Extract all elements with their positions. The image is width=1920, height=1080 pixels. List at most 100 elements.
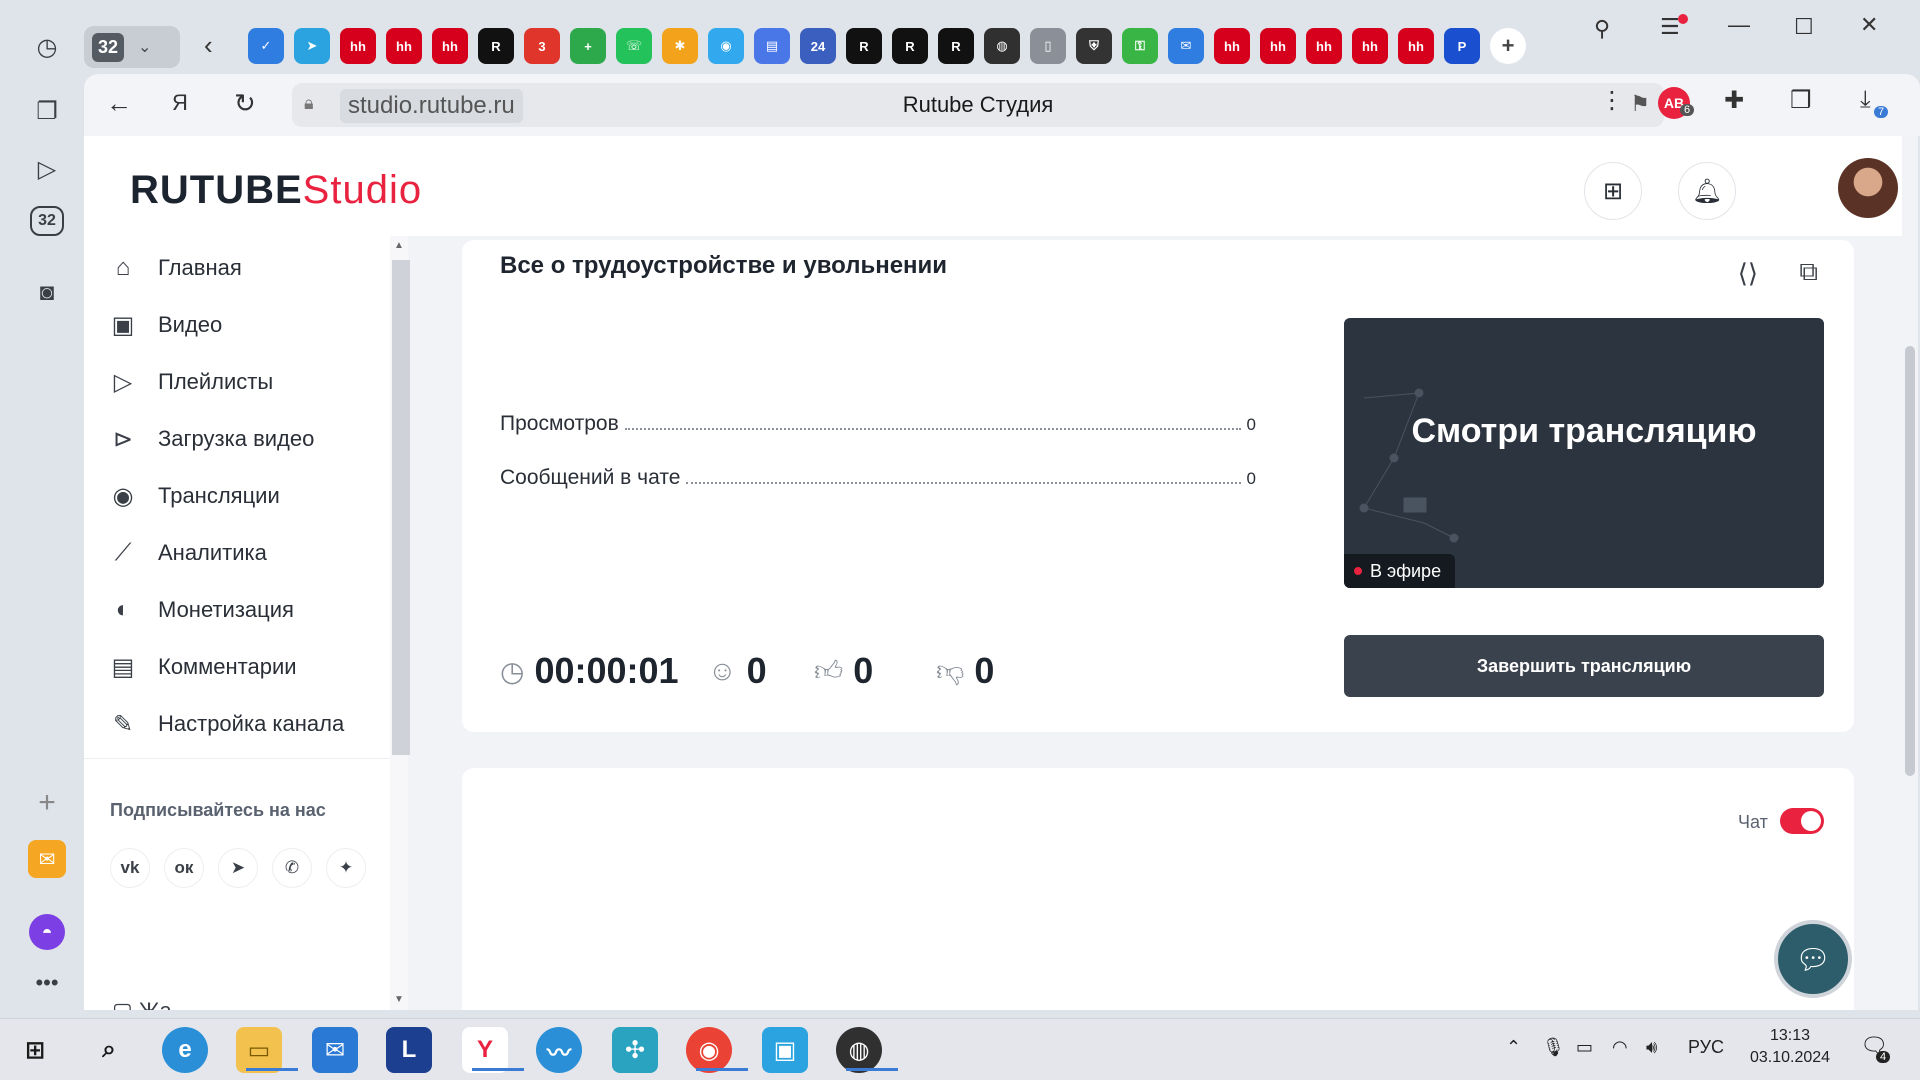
downloads-icon[interactable]: ⤓ (1860, 86, 1871, 114)
dzen-icon[interactable]: ✦ (326, 848, 366, 888)
telegram-icon[interactable]: ➤ (294, 28, 330, 64)
more-vertical-icon[interactable]: ⋮ (1600, 86, 1624, 115)
messenger-icon[interactable]: ▣ (762, 1027, 808, 1073)
start-icon[interactable]: ⊞ (12, 1027, 58, 1073)
create-button[interactable]: ⊞ (1584, 162, 1642, 220)
tabs-back-icon[interactable]: ‹ (204, 30, 213, 61)
sidebar-item-playlist[interactable]: ▷ Плейлисты (108, 362, 273, 402)
search-icon[interactable]: ⌕ (86, 1027, 132, 1073)
sidebar-item-monetization[interactable]: ◐ Монетизация (108, 590, 294, 630)
notifications-button[interactable]: 🔔︎ (1678, 162, 1736, 220)
check-icon[interactable]: ✓ (248, 28, 284, 64)
taskbar-clock[interactable]: 13:13 03.10.2024 (1740, 1025, 1840, 1069)
microphone-icon[interactable]: 🎙︎ (1542, 1037, 1565, 1058)
more-icon[interactable]: ••• (24, 960, 70, 1006)
minimize-icon[interactable]: — (1728, 12, 1750, 38)
sidebar-item-broadcast[interactable]: ◉ Трансляции (108, 476, 280, 516)
end-broadcast-button[interactable]: Завершить трансляцию (1344, 635, 1824, 697)
sidebar-item-analytics[interactable]: ⟋ Аналитика (108, 533, 267, 573)
chat-app-icon[interactable]: ◉ (708, 28, 744, 64)
sidebar-more-item[interactable]: ▢ Жа… (112, 998, 194, 1010)
hh-icon[interactable]: hh (1306, 28, 1342, 64)
doc-app-icon[interactable]: ▤ (754, 28, 790, 64)
viber-icon[interactable]: ✆ (272, 848, 312, 888)
tabs-count-icon[interactable]: 32 (30, 206, 64, 236)
add-panel-icon[interactable]: + (24, 780, 70, 826)
pinwheel-icon[interactable]: ✱ (662, 28, 698, 64)
plus-app-icon[interactable]: + (570, 28, 606, 64)
key-icon[interactable]: ⚿ (1122, 28, 1158, 64)
obs-taskbar-icon[interactable]: ◍ (836, 1027, 898, 1073)
page-scrollbar[interactable] (1902, 136, 1918, 1010)
sidebar-item-comments[interactable]: ▤ Комментарии (108, 647, 297, 687)
telegram-icon[interactable]: ➤ (218, 848, 258, 888)
scroll-down-icon[interactable]: ▼ (394, 994, 404, 1005)
sidebar-item-upload-video[interactable]: ⊳ Загрузка видео (108, 419, 314, 459)
hh-icon[interactable]: hh (1260, 28, 1296, 64)
whatsapp-icon[interactable]: ☏ (616, 28, 652, 64)
reload-icon[interactable]: ↻ (234, 88, 256, 119)
tab-group-button[interactable]: 32 ⌄ (84, 26, 180, 68)
collections-toolbar-icon[interactable]: ❒ (1790, 86, 1812, 115)
open-external-icon[interactable]: ⧉ (1799, 256, 1818, 288)
hh-icon[interactable]: hh (1214, 28, 1250, 64)
hh-icon[interactable]: hh (1352, 28, 1388, 64)
collections-icon[interactable]: ❐ (24, 88, 70, 134)
menu-icon[interactable]: ☰ (1660, 14, 1680, 40)
network-app-icon[interactable]: ✣ (612, 1027, 658, 1073)
mail-icon[interactable]: ✉ (1168, 28, 1204, 64)
rutube-icon[interactable]: R (938, 28, 974, 64)
sidebar-item-video[interactable]: ▣ Видео (108, 305, 223, 345)
stream-preview[interactable]: Смотри трансляцию В эфире (1344, 318, 1824, 588)
rutube-icon[interactable]: R (892, 28, 928, 64)
obs-icon[interactable]: ◍ (984, 28, 1020, 64)
chrome-icon[interactable]: ◉ (686, 1027, 748, 1073)
back-icon[interactable]: ← (106, 88, 132, 119)
history-icon[interactable]: ◷ (24, 24, 70, 70)
tray-expand-icon[interactable]: ⌃ (1506, 1037, 1521, 1058)
odnoklassniki-icon[interactable]: ок (164, 848, 204, 888)
play-icon[interactable]: ▷ (24, 146, 70, 192)
page-scroll-thumb[interactable] (1905, 346, 1915, 776)
calendar-icon[interactable]: 3 (524, 28, 560, 64)
p-icon[interactable]: P (1444, 28, 1480, 64)
bookmarks-panel-icon[interactable]: ⚲ (1594, 16, 1610, 42)
avatar[interactable] (1838, 158, 1898, 218)
shield-icon[interactable]: ⛨ (1076, 28, 1112, 64)
hh-icon[interactable]: hh (386, 28, 422, 64)
l-app-icon[interactable]: L (386, 1027, 432, 1073)
24-icon[interactable]: 24 (800, 28, 836, 64)
chat-toggle[interactable] (1780, 808, 1824, 834)
yandex-browser-icon[interactable]: Y (462, 1027, 524, 1073)
share-icon[interactable]: ⟨⟩ (1738, 258, 1758, 289)
yandex-icon[interactable]: Я (172, 90, 188, 116)
mail-app-icon[interactable]: ✉ (28, 840, 66, 878)
sidebar-item-home[interactable]: ⌂ Главная (108, 248, 242, 288)
hh-icon[interactable]: hh (1398, 28, 1434, 64)
mail-taskbar-icon[interactable]: ✉ (312, 1027, 358, 1073)
rutube-icon[interactable]: R (846, 28, 882, 64)
support-chat-button[interactable]: 💬︎ (1774, 920, 1852, 998)
rutube-studio-logo[interactable]: RUTUBEStudio (130, 168, 422, 213)
close-icon[interactable]: ✕ (1860, 12, 1878, 38)
scroll-up-icon[interactable]: ▲ (394, 240, 404, 251)
language-indicator[interactable]: РУС (1688, 1037, 1724, 1058)
extensions-icon[interactable]: ✚ (1724, 86, 1744, 115)
maximize-icon[interactable]: ☐ (1794, 14, 1814, 40)
new-tab-icon[interactable]: + (1490, 28, 1526, 64)
address-bar[interactable]: 🔒︎ studio.rutube.ru Rutube Студия ⚑ (292, 83, 1664, 127)
screenshot-icon[interactable]: ◙ (24, 270, 70, 316)
sidebar-scroll-thumb[interactable] (392, 260, 410, 755)
alice-icon[interactable]: ◓ (29, 914, 65, 950)
rutube-icon[interactable]: R (478, 28, 514, 64)
file-explorer-icon[interactable]: ▭ (236, 1027, 298, 1073)
bookmark-icon[interactable]: ⚑ (1630, 91, 1650, 117)
file-icon[interactable]: ▯ (1030, 28, 1066, 64)
vk-icon[interactable]: vk (110, 848, 150, 888)
sidebar-scrollbar[interactable]: ▲ ▼ (390, 236, 410, 1010)
wifi-icon[interactable]: ◠ (1612, 1037, 1628, 1058)
sidebar-item-channel-settings[interactable]: ✎ Настройка канала (108, 704, 344, 744)
battery-icon[interactable]: ▭ (1576, 1037, 1593, 1058)
edge-beta-icon[interactable]: 〰 (536, 1027, 582, 1073)
hh-icon[interactable]: hh (340, 28, 376, 64)
